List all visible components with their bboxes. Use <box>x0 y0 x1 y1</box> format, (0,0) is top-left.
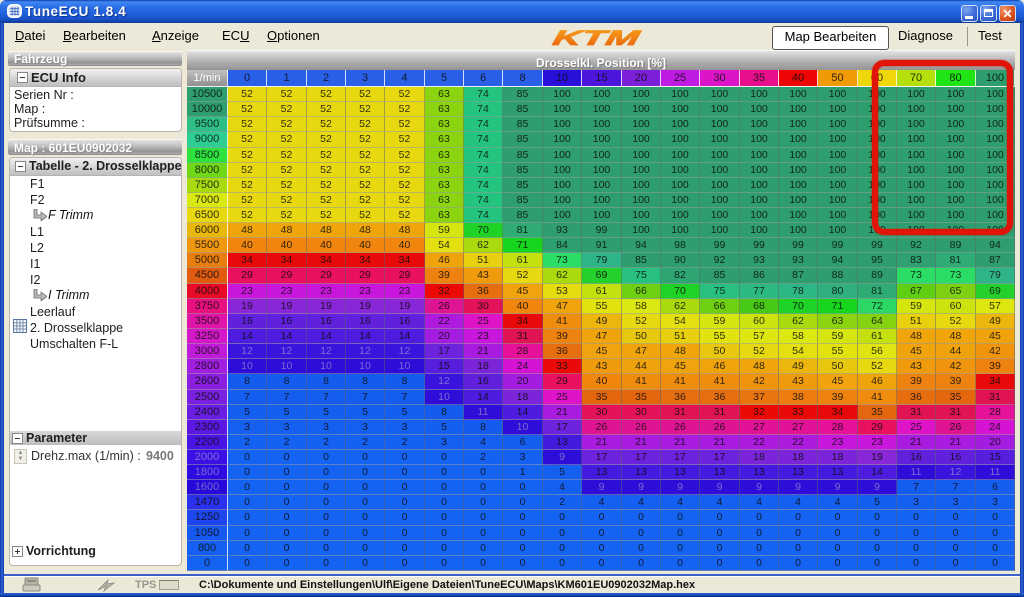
svg-text:KTM: KTM <box>551 29 644 49</box>
